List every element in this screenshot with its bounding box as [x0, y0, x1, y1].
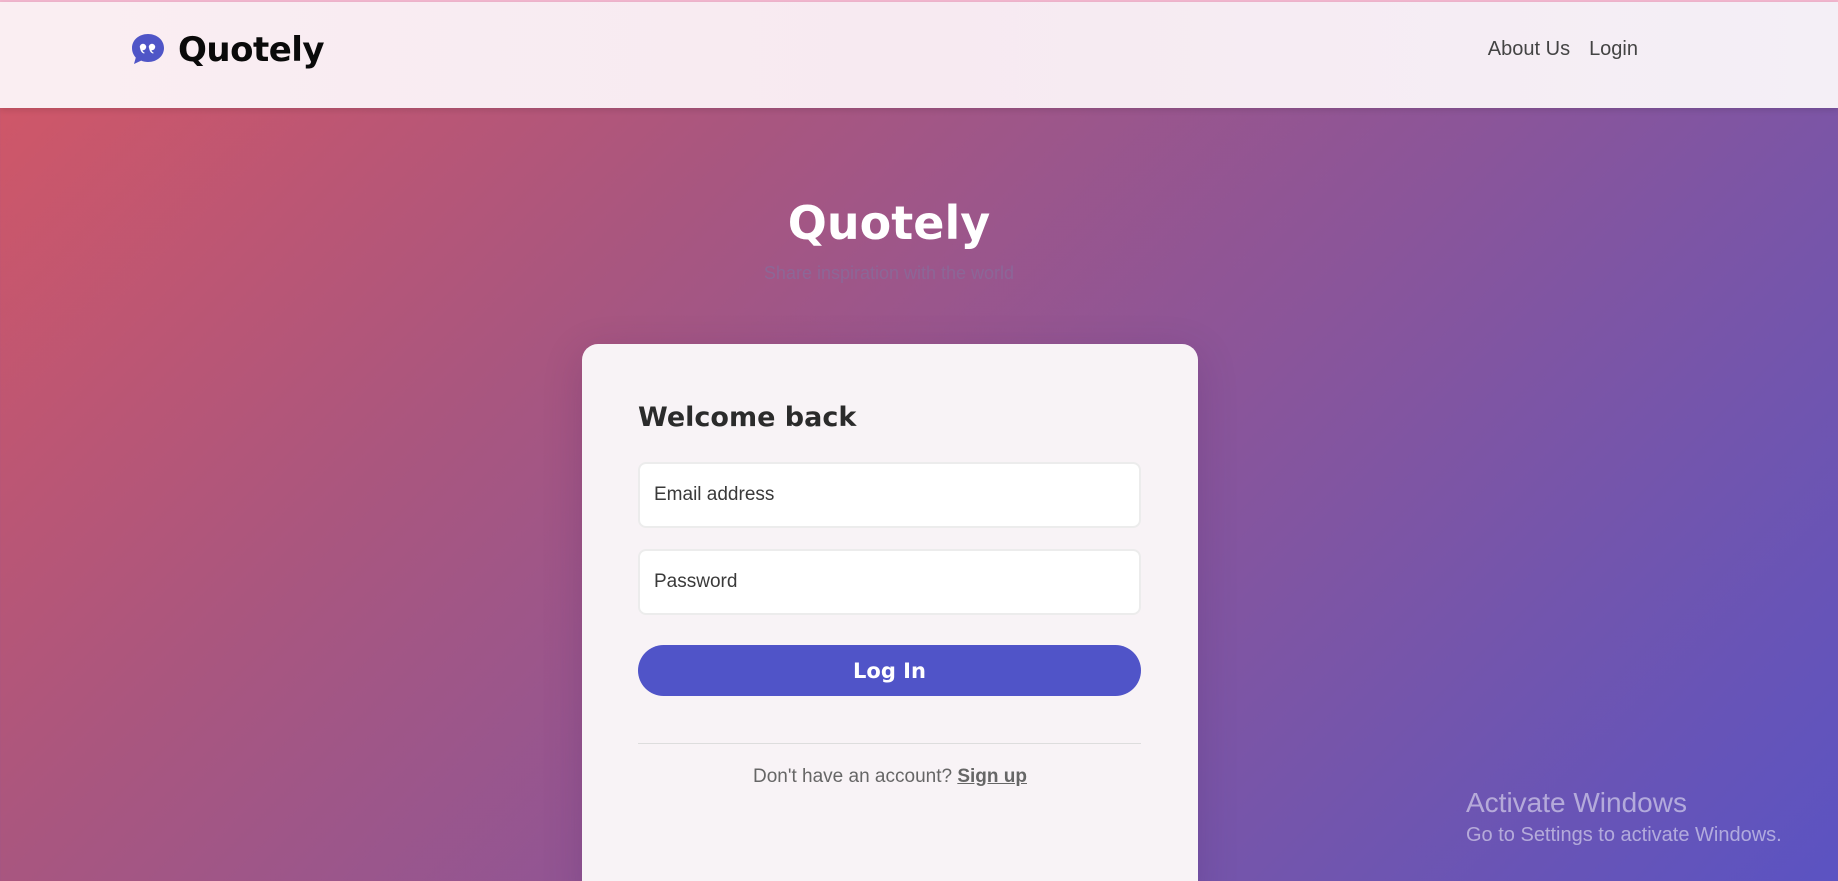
divider [638, 743, 1141, 744]
brand-name: Quotely [178, 30, 325, 70]
password-field[interactable] [638, 549, 1141, 615]
hero-title: Quotely [787, 196, 991, 250]
nav-link-about-us[interactable]: About Us [1488, 38, 1570, 61]
login-button[interactable]: Log In [638, 645, 1141, 696]
login-card-title: Welcome back [638, 402, 857, 433]
email-field[interactable] [638, 462, 1141, 528]
nav-link-login[interactable]: Login [1589, 38, 1638, 61]
windows-activation-watermark: Activate Windows Go to Settings to activ… [1466, 786, 1782, 850]
navbar: Quotely About Us Login [0, 2, 1838, 108]
signup-prompt-line: Don't have an account? Sign up [582, 766, 1198, 788]
login-card: Welcome back Log In Don't have an accoun… [582, 344, 1198, 881]
signup-link[interactable]: Sign up [957, 766, 1027, 787]
nav-links: About Us Login [1488, 38, 1638, 61]
brand-logo-link[interactable]: Quotely [130, 30, 325, 70]
watermark-subtitle: Go to Settings to activate Windows. [1466, 824, 1782, 846]
watermark-title: Activate Windows [1466, 787, 1687, 818]
signup-prompt-text: Don't have an account? [753, 766, 958, 787]
quote-bubble-icon [132, 34, 164, 64]
hero-subtitle: Share inspiration with the world [763, 263, 1015, 283]
